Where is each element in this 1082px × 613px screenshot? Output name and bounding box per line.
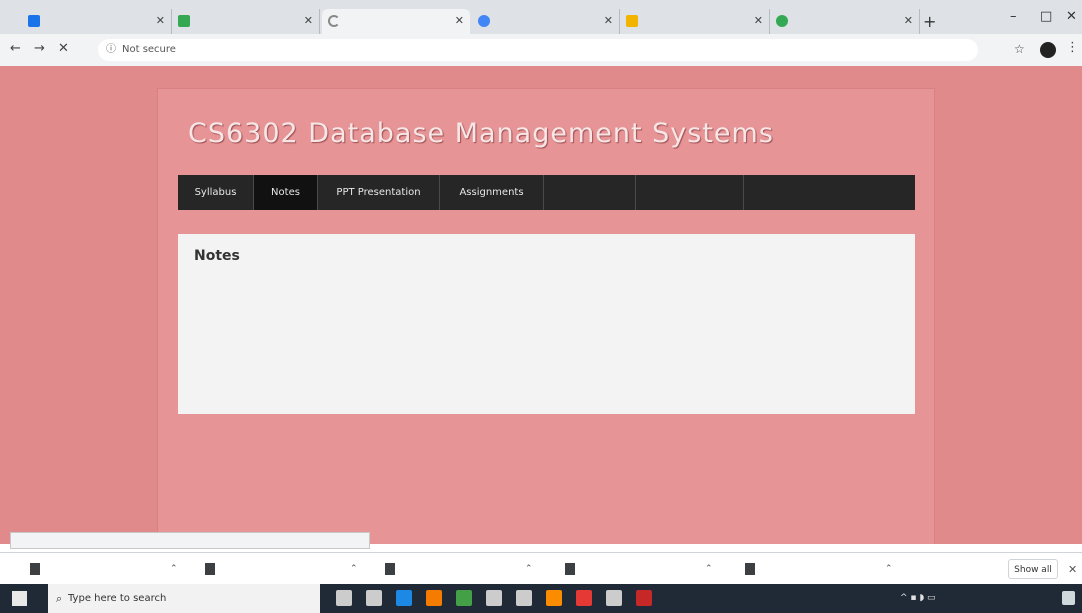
windows-start-icon[interactable] [12,591,27,606]
nav-item[interactable] [544,175,636,210]
browser-tab-bar: ✕ ✕ ✕ ✕ ✕ ✕ + – □ ✕ [0,0,1082,34]
file-icon [565,562,575,575]
tab-favicon-icon [178,15,190,27]
content-heading: Notes [194,248,240,264]
tab-close-icon[interactable]: ✕ [754,14,763,27]
download-item[interactable]: ⌃ [205,559,365,579]
new-tab-button[interactable]: + [923,12,936,31]
tab-close-icon[interactable]: ✕ [455,14,464,27]
close-downloads-icon[interactable]: ✕ [1068,563,1077,576]
taskbar-app-icon[interactable] [336,590,352,606]
taskbar-app-icon[interactable] [516,590,532,606]
profile-avatar[interactable] [1040,42,1056,58]
address-bar: ← → ✕ ⓘ Not secure ☆ ⋮ [0,34,1082,67]
nav-item-assignments[interactable]: Assignments [440,175,544,210]
content-panel: Notes [178,234,915,414]
info-icon[interactable]: ⓘ [106,39,116,61]
chevron-up-icon[interactable]: ⌃ [350,559,358,579]
taskbar-app-icon[interactable] [486,590,502,606]
show-all-downloads-button[interactable]: Show all [1008,559,1058,579]
download-item[interactable]: ⌃ [385,559,545,579]
maximize-button[interactable]: □ [1040,9,1052,24]
download-item[interactable]: ⌃ [565,559,725,579]
browser-tab[interactable]: ✕ [172,9,320,34]
taskbar-app-icon[interactable] [576,590,592,606]
browser-tab[interactable]: ✕ [620,9,770,34]
file-icon [205,562,215,575]
close-window-button[interactable]: ✕ [1066,9,1077,24]
chevron-up-icon[interactable]: ⌃ [885,559,893,579]
browser-tab[interactable]: ✕ [472,9,620,34]
tab-close-icon[interactable]: ✕ [904,14,913,27]
download-item[interactable]: ⌃ [745,559,905,579]
nav-item-syllabus[interactable]: Syllabus [178,175,254,210]
chevron-up-icon[interactable]: ⌃ [525,559,533,579]
tab-favicon-icon [776,15,788,27]
nav-item[interactable] [744,175,915,210]
menu-kebab-icon[interactable]: ⋮ [1066,40,1079,55]
chevron-down-icon[interactable]: ⌃ [170,559,178,579]
loading-spinner-icon [328,15,340,27]
search-icon: ⌕ [56,592,63,605]
url-field[interactable]: ⓘ Not secure [98,39,978,61]
taskbar-search-placeholder: Type here to search [68,593,167,604]
download-item[interactable]: ⌃ [30,559,190,579]
taskbar-app-icon[interactable] [366,590,382,606]
main-navigation: Syllabus Notes PPT Presentation Assignme… [178,175,915,210]
browser-tab-active[interactable]: ✕ [322,9,470,34]
downloads-bar: ⌃ ⌃ ⌃ ⌃ ⌃ Show all ✕ [0,552,1082,585]
taskbar-app-icon[interactable] [396,590,412,606]
nav-item-ppt-presentation[interactable]: PPT Presentation [318,175,440,210]
system-tray[interactable]: ^ ▪ ◗ ▭ [900,593,935,603]
taskbar-app-icon[interactable] [546,590,562,606]
forward-button[interactable]: → [34,41,45,56]
tab-favicon-icon [478,15,490,27]
bookmark-star-icon[interactable]: ☆ [1014,42,1025,56]
minimize-button[interactable]: – [1010,9,1017,24]
status-bubble [10,532,370,549]
taskbar-app-icon[interactable] [456,590,472,606]
tab-favicon-icon [28,15,40,27]
notifications-icon[interactable] [1062,591,1075,605]
file-icon [745,562,755,575]
taskbar-app-icon[interactable] [606,590,622,606]
tab-close-icon[interactable]: ✕ [156,14,165,27]
security-label: Not secure [122,44,176,55]
chevron-up-icon[interactable]: ⌃ [705,559,713,579]
browser-tab[interactable]: ✕ [22,9,172,34]
tab-close-icon[interactable]: ✕ [304,14,313,27]
taskbar-search-box[interactable]: ⌕ Type here to search [48,584,320,613]
back-button[interactable]: ← [10,41,21,56]
browser-tab[interactable]: ✕ [770,9,920,34]
site-title[interactable]: CS6302 Database Management Systems [188,118,774,149]
taskbar-app-icon[interactable] [426,590,442,606]
file-icon [30,562,40,575]
stop-loading-button[interactable]: ✕ [58,41,69,56]
nav-item[interactable] [636,175,744,210]
tab-close-icon[interactable]: ✕ [604,14,613,27]
tab-favicon-icon [626,15,638,27]
taskbar-app-icon[interactable] [636,590,652,606]
nav-item-notes[interactable]: Notes [254,175,318,210]
windows-taskbar: ⌕ Type here to search ^ ▪ ◗ ▭ [0,584,1082,613]
file-icon [385,562,395,575]
web-page: CS6302 Database Management Systems Sylla… [0,66,1082,544]
